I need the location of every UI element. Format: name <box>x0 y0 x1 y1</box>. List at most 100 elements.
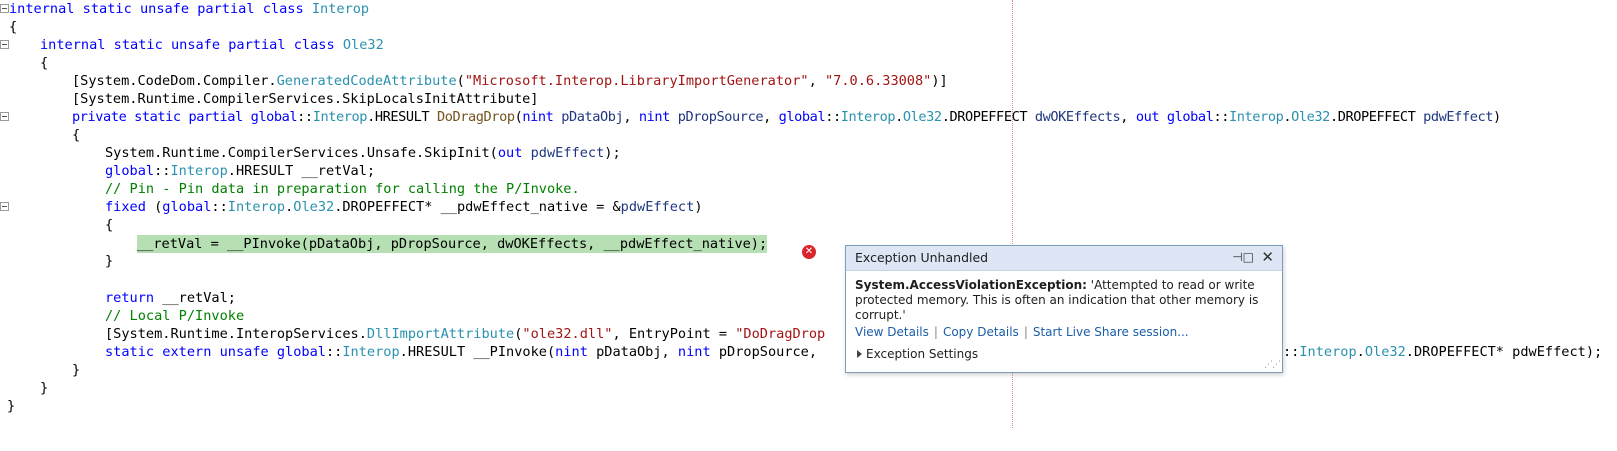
code-text: . <box>1356 344 1365 360</box>
exception-settings-expander[interactable]: Exception Settings <box>857 347 978 361</box>
brace: } <box>7 398 16 414</box>
code-text: .DROPEFFECT <box>1329 109 1424 125</box>
link-separator: | <box>933 325 938 339</box>
code-line: } <box>0 397 33 415</box>
brace: { <box>105 217 114 233</box>
keyword: static extern unsafe <box>105 344 277 360</box>
code-text: :: <box>297 109 313 125</box>
brace: } <box>105 253 114 269</box>
code-editor[interactable]: internal static unsafe partial class Int… <box>0 0 1617 428</box>
keyword: private static partial <box>72 109 251 125</box>
parameter: pdwEffect <box>530 145 605 161</box>
code-line: { <box>0 126 80 144</box>
code-text: , EntryPoint = <box>612 326 736 342</box>
error-x-icon[interactable]: ✕ <box>802 245 816 259</box>
code-line: { <box>0 216 113 234</box>
code-line: internal static unsafe partial class Ole… <box>0 36 384 54</box>
type-name: Interop <box>170 163 228 179</box>
code-text: :: <box>1283 344 1300 360</box>
code-text: .DROPEFFECT* pdwEffect); <box>1405 344 1603 360</box>
keyword: global <box>250 109 298 125</box>
view-details-link[interactable]: View Details <box>855 325 929 339</box>
keyword: internal static unsafe partial class <box>9 1 312 17</box>
code-text: :: <box>825 109 841 125</box>
type-name: Interop <box>227 199 286 215</box>
code-text: [System.Runtime.CompilerServices.SkipLoc… <box>72 91 539 107</box>
popup-header: Exception Unhandled ⊣□ ✕ <box>846 246 1282 271</box>
fold-toggle-icon[interactable] <box>0 4 9 13</box>
keyword: nint <box>555 344 597 360</box>
code-text: ) <box>1493 109 1501 125</box>
code-line: } <box>0 379 48 397</box>
brace: { <box>72 127 81 143</box>
copy-details-link[interactable]: Copy Details <box>943 325 1019 339</box>
code-text: pDataObj, <box>596 344 678 360</box>
code-text: :: <box>154 163 171 179</box>
code-text: System.Runtime.CompilerServices.Unsafe.S… <box>105 145 498 161</box>
code-line-current: __retVal = __PInvoke(pDataObj, pDropSour… <box>0 235 768 253</box>
parameter: pdwEffect <box>1423 109 1494 125</box>
code-line: [System.Runtime.CompilerServices.SkipLoc… <box>0 90 539 108</box>
code-text: . <box>895 109 903 125</box>
code-text: ); <box>604 145 621 161</box>
current-statement[interactable]: __retVal = __PInvoke(pDataObj, pDropSour… <box>137 235 768 253</box>
code-line: // Pin - Pin data in preparation for cal… <box>0 180 580 198</box>
string-literal: "DoDragDrop <box>735 326 826 342</box>
code-text: ( <box>456 73 465 89</box>
parameter: pDropSource <box>677 109 764 125</box>
type-name: Ole32 <box>342 37 384 53</box>
pin-icon[interactable]: ⊣□ <box>1232 250 1254 264</box>
code-text: , <box>623 109 639 125</box>
comment: // Pin - Pin data in preparation for cal… <box>105 181 580 197</box>
code-line: internal static unsafe partial class Int… <box>0 0 369 18</box>
code-line: private static partial global::Interop .H… <box>0 108 1501 126</box>
code-text: :: <box>325 344 343 360</box>
exception-settings-label: Exception Settings <box>866 347 979 361</box>
live-share-link[interactable]: Start Live Share session... <box>1033 325 1189 339</box>
code-line: [System.Runtime.InteropServices.DllImpor… <box>0 325 825 343</box>
keyword: nint <box>677 344 719 360</box>
fold-toggle-icon[interactable] <box>0 40 9 49</box>
code-text: .HRESULT __retVal; <box>227 163 376 179</box>
string-literal: "ole32.dll" <box>522 326 613 342</box>
comment: // Local P/Invoke <box>105 308 245 324</box>
exception-message: System.AccessViolationException: 'Attemp… <box>855 278 1273 323</box>
keyword: global <box>276 344 326 360</box>
type-name: Ole32 <box>1291 109 1330 125</box>
type-name: Interop <box>840 109 896 125</box>
fold-toggle-icon[interactable] <box>0 112 9 121</box>
code-line: // Local P/Invoke <box>0 307 244 325</box>
type-name: Interop <box>342 344 400 360</box>
string-literal: "Microsoft.Interop.LibraryImportGenerato… <box>464 73 809 89</box>
code-text: :: <box>211 199 228 215</box>
close-icon[interactable]: ✕ <box>1261 248 1274 266</box>
type-name: Interop <box>1229 109 1284 125</box>
parameter: dwOKEffects <box>1034 109 1121 125</box>
fold-toggle-icon[interactable] <box>0 202 9 211</box>
code-line: } <box>0 361 80 379</box>
keyword: nint <box>638 109 678 125</box>
type-name: Ole32 <box>1364 344 1406 360</box>
brace: { <box>9 19 18 35</box>
code-text: .HRESULT <box>367 109 437 125</box>
string-literal: "7.0.6.33008" <box>824 73 932 89</box>
code-text: ) <box>694 199 703 215</box>
brace: { <box>40 55 49 71</box>
resize-grip-icon[interactable]: ⋰⋰ <box>1264 360 1281 370</box>
code-line: { <box>0 54 48 72</box>
code-line: [System.CodeDom.Compiler.GeneratedCodeAt… <box>0 72 948 90</box>
code-text: .DROPEFFECT* __pdwEffect_native = & <box>334 199 621 215</box>
exception-type: System.AccessViolationException: <box>855 278 1087 292</box>
code-line: } <box>0 252 113 270</box>
method-name: DoDragDrop <box>436 109 515 125</box>
code-text: . <box>1283 109 1292 125</box>
type-name: Interop <box>1299 344 1357 360</box>
link-separator: | <box>1023 325 1028 339</box>
type-name: GeneratedCodeAttribute <box>276 73 457 89</box>
code-text: .DROPEFFECT <box>941 109 1035 125</box>
code-line: { <box>0 18 33 36</box>
keyword: global <box>105 163 155 179</box>
code-text: :: <box>1213 109 1229 125</box>
code-text: __retVal; <box>162 290 236 306</box>
popup-title: Exception Unhandled <box>855 250 989 265</box>
